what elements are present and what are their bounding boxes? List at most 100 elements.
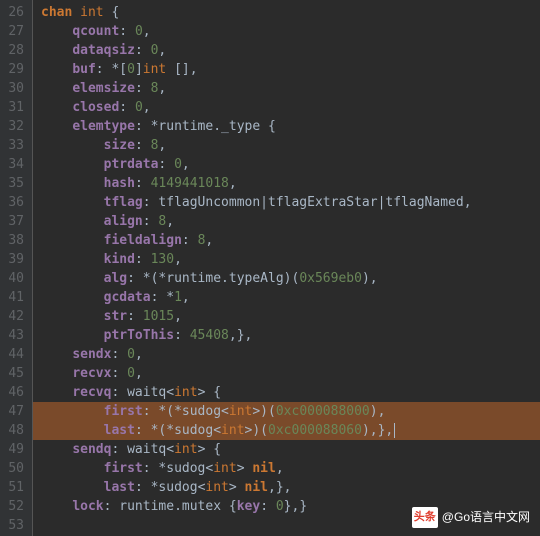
token-punc: , (143, 24, 151, 39)
token-type: int (221, 423, 244, 438)
token-field: ptrToThis (104, 328, 174, 343)
code-line[interactable]: alg: *(*runtime.typeAlg)(0x569eb0), (33, 269, 540, 288)
token-field: lock (72, 499, 103, 514)
token-punc: ), (362, 271, 378, 286)
token-punc: )( (284, 271, 300, 286)
token-num: 0 (174, 157, 182, 172)
token-num: 0 (127, 62, 135, 77)
token-field: recvq (72, 385, 111, 400)
watermark-text: @Go语言中文网 (442, 508, 530, 527)
token-punc: : (135, 138, 151, 153)
token-id: sudog (166, 461, 205, 476)
code-line[interactable]: gcdata: *1, (33, 288, 540, 307)
line-number: 52 (4, 497, 24, 516)
code-line[interactable]: dataqsiz: 0, (33, 41, 540, 60)
code-line[interactable]: closed: 0, (33, 98, 540, 117)
token-field: sendx (72, 347, 111, 362)
token-field: tflag (104, 195, 143, 210)
code-line[interactable]: elemtype: *runtime._type { (33, 117, 540, 136)
code-line[interactable]: fieldalign: 8, (33, 231, 540, 250)
token-num: 0 (127, 347, 135, 362)
token-punc: : (182, 233, 198, 248)
token-punc: : (111, 366, 127, 381)
code-line[interactable]: kind: 130, (33, 250, 540, 269)
token-punc: ,}, (229, 328, 252, 343)
token-punc: >)( (245, 423, 268, 438)
line-number: 41 (4, 288, 24, 307)
code-line[interactable]: sendx: 0, (33, 345, 540, 364)
token-id: sudog (182, 404, 221, 419)
line-number: 38 (4, 231, 24, 250)
token-punc: , (158, 81, 166, 96)
token-num: 4149441018 (151, 176, 229, 191)
line-number: 32 (4, 117, 24, 136)
token-id: typeAlg (229, 271, 284, 286)
token-punc: : * (143, 461, 166, 476)
line-number: 47 (4, 402, 24, 421)
token-punc: : (135, 43, 151, 58)
token-field: hash (104, 176, 135, 191)
token-punc: : (135, 176, 151, 191)
token-punc: < (166, 442, 174, 457)
token-punc: },} (284, 499, 307, 514)
code-area[interactable]: chan int { qcount: 0, dataqsiz: 0, buf: … (32, 0, 540, 536)
token-punc: : * (135, 119, 158, 134)
token-type: int (229, 404, 252, 419)
token-field: alg (104, 271, 127, 286)
code-line[interactable]: recvq: waitq<int> { (33, 383, 540, 402)
token-field: elemtype (72, 119, 135, 134)
line-number: 43 (4, 326, 24, 345)
line-number: 29 (4, 60, 24, 79)
token-punc: , (464, 195, 472, 210)
token-punc: , (158, 43, 166, 58)
token-field: sendq (72, 442, 111, 457)
code-line[interactable]: str: 1015, (33, 307, 540, 326)
token-punc: : *[ (96, 62, 127, 77)
token-field: recvx (72, 366, 111, 381)
token-id: runtime (119, 499, 174, 514)
code-line[interactable]: tflag: tflagUncommon|tflagExtraStar|tfla… (33, 193, 540, 212)
line-number: 53 (4, 516, 24, 535)
line-number: 37 (4, 212, 24, 231)
token-type: int (143, 62, 166, 77)
code-line[interactable]: qcount: 0, (33, 22, 540, 41)
code-line[interactable]: size: 8, (33, 136, 540, 155)
token-punc: : (111, 442, 127, 457)
token-id: tflagExtraStar (268, 195, 378, 210)
token-punc: . (213, 119, 221, 134)
code-line[interactable]: chan int { (33, 3, 540, 22)
token-punc: : (119, 100, 135, 115)
code-line[interactable]: recvx: 0, (33, 364, 540, 383)
watermark: 头条 @Go语言中文网 (412, 507, 530, 528)
token-punc: , (182, 290, 190, 305)
watermark-logo: 头条 (412, 507, 438, 528)
token-punc: : *(* (143, 404, 182, 419)
token-field: first (104, 404, 143, 419)
line-number: 51 (4, 478, 24, 497)
token-punc: : (143, 195, 159, 210)
token-id: waitq (127, 385, 166, 400)
code-line[interactable]: ptrToThis: 45408,}, (33, 326, 540, 345)
code-line[interactable]: ptrdata: 0, (33, 155, 540, 174)
code-line[interactable]: first: *(*sudog<int>)(0xc000088000), (33, 402, 540, 421)
token-id: mutex (182, 499, 221, 514)
token-punc: : (127, 309, 143, 324)
code-line[interactable]: sendq: waitq<int> { (33, 440, 540, 459)
token-num: 0xc000088060 (268, 423, 362, 438)
token-punc: : (135, 81, 151, 96)
code-line[interactable]: last: *sudog<int> nil,}, (33, 478, 540, 497)
token-kw: nil (252, 461, 275, 476)
token-id: runtime (158, 119, 213, 134)
token-field: key (237, 499, 260, 514)
token-punc: { (260, 119, 276, 134)
token-num: 0 (127, 366, 135, 381)
code-line[interactable]: elemsize: 8, (33, 79, 540, 98)
code-line[interactable]: align: 8, (33, 212, 540, 231)
code-line[interactable]: hash: 4149441018, (33, 174, 540, 193)
code-line[interactable]: last: *(*sudog<int>)(0xc000088060),}, (33, 421, 540, 440)
code-line[interactable]: first: *sudog<int> nil, (33, 459, 540, 478)
token-punc: , (205, 233, 213, 248)
code-line[interactable]: buf: *[0]int [], (33, 60, 540, 79)
token-field: str (104, 309, 127, 324)
token-type: int (213, 461, 236, 476)
